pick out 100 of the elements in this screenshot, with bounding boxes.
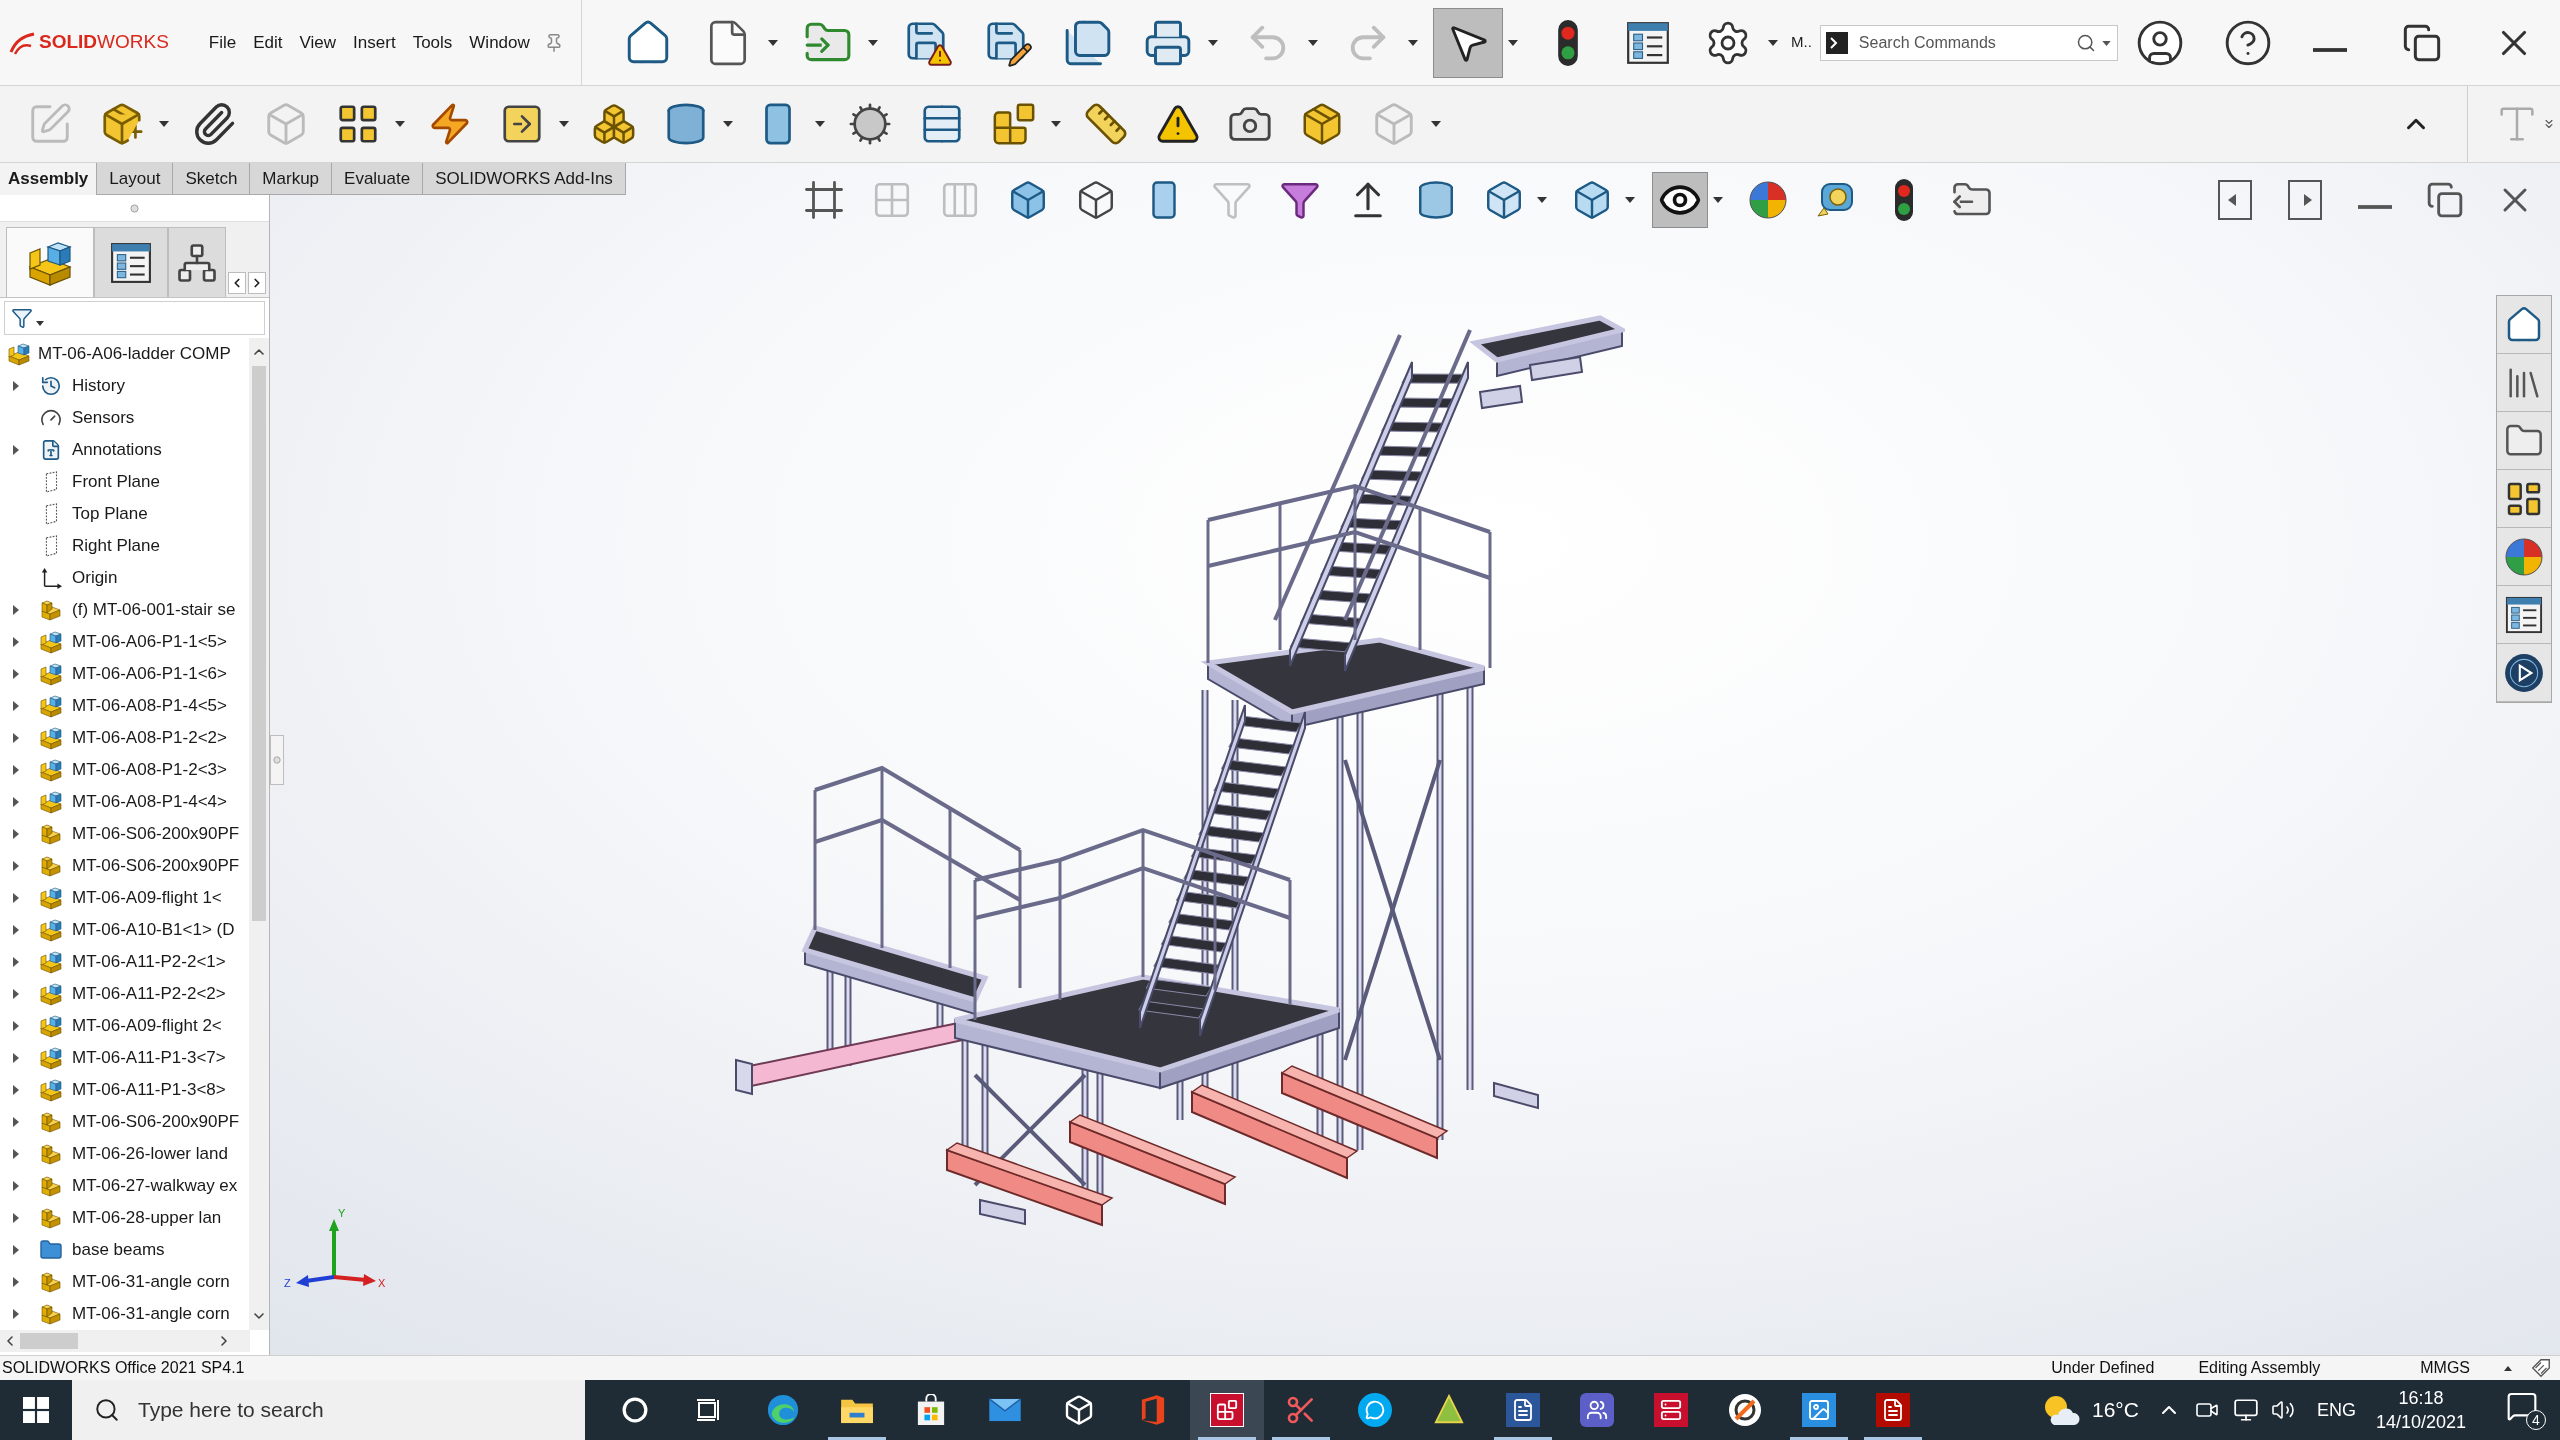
tree-item[interactable]: MT-06-A11-P1-3<8> [72, 1077, 226, 1103]
search-field[interactable]: Search Commands [1819, 24, 2118, 61]
panel-tab[interactable] [94, 227, 168, 297]
menu-item[interactable]: Tools [412, 29, 453, 56]
tree-item[interactable]: MT-06-A10-B1<1> (D [72, 917, 235, 943]
dropdown-caret-icon[interactable] [1208, 39, 1218, 46]
tree-item[interactable]: Top Plane [72, 501, 148, 527]
expand-arrow-icon[interactable] [13, 1245, 19, 1255]
dropdown-caret-icon[interactable] [868, 39, 878, 46]
tree-item[interactable]: MT-06-31-angle corn [72, 1269, 230, 1295]
tree-item[interactable]: (f) MT-06-001-stair se [72, 597, 236, 623]
tree-item[interactable]: MT-06-A08-P1-2<2> [72, 725, 227, 751]
dropdown-caret-icon[interactable] [1625, 197, 1635, 203]
filter-field[interactable] [4, 301, 265, 335]
dropdown-caret-icon[interactable] [723, 121, 733, 127]
tab-scroll-left-button[interactable] [228, 272, 246, 294]
tree-item[interactable]: MT-06-A08-P1-4<4> [72, 789, 227, 815]
expand-arrow-icon[interactable] [13, 1213, 19, 1223]
tree-item[interactable]: MT-06-26-lower land [72, 1141, 228, 1167]
tab-scroll-right-button[interactable] [248, 272, 266, 294]
dropdown-caret-icon[interactable] [559, 121, 569, 127]
dropdown-caret-icon[interactable] [2101, 40, 2111, 46]
dropdown-caret-icon[interactable] [1768, 39, 1778, 46]
menu-item[interactable]: File [208, 29, 237, 56]
dropdown-caret-icon[interactable] [159, 121, 169, 127]
tree-item[interactable]: MT-06-S06-200x90PF [72, 821, 240, 847]
vertical-scrollbar[interactable] [249, 338, 269, 1330]
expand-arrow-icon[interactable] [13, 765, 19, 775]
tag-icon[interactable] [2530, 1357, 2552, 1379]
expand-arrow-icon[interactable] [13, 1277, 19, 1287]
expand-arrow-icon[interactable] [13, 1149, 19, 1159]
tab[interactable]: Assembly [0, 163, 98, 195]
tree-item[interactable]: MT-06-A06-P1-1<6> [72, 661, 227, 687]
expand-arrow-icon[interactable] [13, 381, 19, 391]
tree-item[interactable]: Origin [72, 565, 118, 591]
dropdown-caret-icon[interactable] [1537, 197, 1547, 203]
expand-arrow-icon[interactable] [13, 1181, 19, 1191]
scrollbar-thumb[interactable] [252, 366, 266, 921]
dropdown-caret-icon[interactable] [815, 121, 825, 127]
tree-item[interactable]: Right Plane [72, 533, 160, 559]
search-field[interactable]: Type here to search [72, 1380, 585, 1440]
dropdown-caret-icon[interactable] [395, 121, 405, 127]
tree-item[interactable]: MT-06-A08-P1-4<5> [72, 693, 227, 719]
tree-item[interactable]: Sensors [72, 405, 135, 431]
tree-item[interactable]: MT-06-A11-P2-2<1> [72, 949, 226, 975]
tree-item[interactable]: MT-06-A09-flight 2< [72, 1013, 222, 1039]
menu-item[interactable]: View [299, 29, 337, 56]
grip-dot-icon[interactable] [130, 203, 139, 213]
tree-item[interactable]: Front Plane [72, 469, 160, 495]
expand-arrow-icon[interactable] [13, 605, 19, 615]
expand-arrow-icon[interactable] [13, 893, 19, 903]
tree-item[interactable]: MT-06-A08-P1-2<3> [72, 757, 227, 783]
tab[interactable]: Evaluate [332, 163, 424, 195]
speaker-icon[interactable] [2270, 1398, 2295, 1422]
tree-item[interactable]: MT-06-31-angle corn [72, 1301, 230, 1327]
dropdown-caret-icon[interactable] [1713, 197, 1723, 203]
expand-arrow-icon[interactable] [13, 957, 19, 967]
clock-date[interactable]: 14/10/2021 [2375, 1410, 2466, 1434]
tree-item[interactable]: MT-06-A06-P1-1<5> [72, 629, 227, 655]
expand-arrow-icon[interactable] [13, 829, 19, 839]
language-indicator[interactable]: ENG [2316, 1396, 2356, 1424]
tab[interactable]: SOLIDWORKS Add-Ins [423, 163, 626, 195]
dropdown-caret-icon[interactable] [768, 39, 778, 46]
expand-arrow-icon[interactable] [13, 925, 19, 935]
expand-arrow-icon[interactable] [13, 1021, 19, 1031]
expand-arrow-icon[interactable] [13, 989, 19, 999]
horizontal-scrollbar[interactable] [0, 1330, 250, 1352]
tree-item[interactable]: MT-06-A11-P1-3<7> [72, 1045, 226, 1071]
tree-item[interactable]: base beams [72, 1237, 165, 1263]
tree-item[interactable]: MT-06-A09-flight 1< [72, 885, 222, 911]
expand-arrow-icon[interactable] [13, 861, 19, 871]
dropdown-caret-icon[interactable] [36, 320, 44, 326]
expand-arrow-icon[interactable] [13, 445, 19, 455]
panel-resize-handle[interactable] [270, 735, 284, 785]
expand-arrow-icon[interactable] [13, 701, 19, 711]
tree-item[interactable]: MT-06-27-walkway ex [72, 1173, 238, 1199]
tree-item[interactable]: History [72, 373, 125, 399]
expand-arrow-icon[interactable] [13, 669, 19, 679]
tab[interactable]: Layout [97, 163, 174, 195]
clock-time[interactable]: 16:18 [2398, 1386, 2444, 1410]
tree-item[interactable]: MT-06-S06-200x90PF [72, 853, 240, 879]
expand-arrow-icon[interactable] [13, 637, 19, 647]
caret-up-icon[interactable] [2504, 1365, 2512, 1371]
menu-item[interactable]: Insert [353, 29, 396, 56]
tab[interactable]: Markup [250, 163, 333, 195]
double-chevron-icon[interactable] [2542, 117, 2556, 131]
expand-arrow-icon[interactable] [13, 1309, 19, 1319]
expand-arrow-icon[interactable] [13, 1085, 19, 1095]
menu-item[interactable]: Window [469, 29, 530, 56]
select-button[interactable] [1433, 7, 1503, 78]
weather-temperature[interactable]: 16°C [2091, 1394, 2139, 1426]
expand-arrow-icon[interactable] [13, 1053, 19, 1063]
tree-item[interactable]: MT-06-A06-ladder COMP [38, 341, 231, 367]
tree-item[interactable]: MT-06-A11-P2-2<2> [72, 981, 226, 1007]
menu-item[interactable]: Edit [253, 29, 283, 56]
tree-item[interactable]: MT-06-28-upper lan [72, 1205, 222, 1231]
expand-arrow-icon[interactable] [13, 733, 19, 743]
panel-tab[interactable] [6, 227, 94, 297]
taskbar-app-button[interactable] [1190, 1380, 1264, 1440]
tree-item[interactable]: Annotations [72, 437, 162, 463]
